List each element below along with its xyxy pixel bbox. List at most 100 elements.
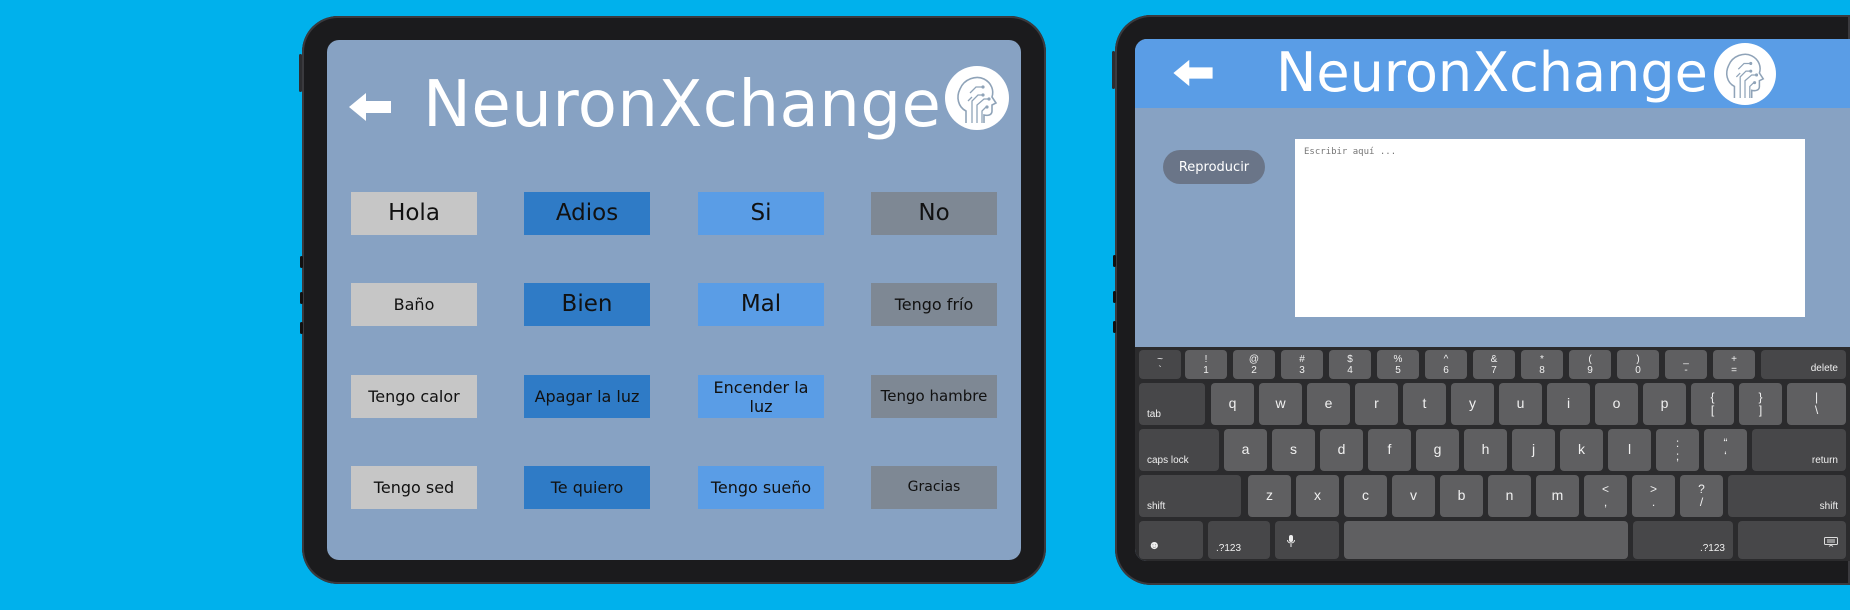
key-bracket-right[interactable]: }] — [1739, 383, 1782, 425]
key-char: k — [1578, 441, 1585, 457]
caps-lock-key[interactable]: caps lock — [1139, 429, 1219, 471]
key-3[interactable]: #3 — [1281, 350, 1323, 379]
phrase-button-tengo-frio[interactable]: Tengo frío — [871, 283, 997, 326]
key-7[interactable]: & 7 — [1473, 350, 1515, 379]
key-v[interactable]: v — [1392, 475, 1435, 517]
key-char: z — [1266, 487, 1273, 503]
return-key[interactable]: return — [1752, 429, 1846, 471]
key-c[interactable]: c — [1344, 475, 1387, 517]
key-w[interactable]: w — [1259, 383, 1302, 425]
phrase-button-tengo-calor[interactable]: Tengo calor — [351, 375, 477, 418]
key-quote[interactable]: “‘ — [1704, 429, 1747, 471]
phrase-button-tengo-hambre[interactable]: Tengo hambre — [871, 375, 997, 418]
key-b[interactable]: b — [1440, 475, 1483, 517]
volume-button — [299, 54, 302, 92]
key-1[interactable]: ! 1 — [1185, 350, 1227, 379]
shift-right-key[interactable]: shift — [1728, 475, 1846, 517]
key-char: v — [1410, 487, 1417, 503]
key-j[interactable]: j — [1512, 429, 1555, 471]
play-button[interactable]: Reproducir — [1163, 150, 1265, 184]
key-char: . — [1651, 495, 1656, 509]
hide-keyboard-key[interactable] — [1738, 521, 1846, 559]
key-shift-char: # — [1299, 353, 1305, 365]
key-tilde[interactable]: ~ ` — [1139, 350, 1181, 379]
key-char: x — [1314, 487, 1321, 503]
key-u[interactable]: u — [1499, 383, 1542, 425]
key-k[interactable]: k — [1560, 429, 1603, 471]
key-period[interactable]: >. — [1632, 475, 1675, 517]
key-slash[interactable]: ? / — [1680, 475, 1723, 517]
key-q[interactable]: q — [1211, 383, 1254, 425]
emoji-icon: ☻ — [1148, 538, 1161, 552]
back-arrow-icon[interactable] — [349, 92, 391, 122]
key-5[interactable]: % 5 — [1377, 350, 1419, 379]
key-8[interactable]: * 8 — [1521, 350, 1563, 379]
key-char: , — [1603, 495, 1608, 509]
emoji-key[interactable]: ☻ — [1139, 521, 1203, 559]
phrase-button-bien[interactable]: Bien — [524, 283, 650, 326]
phrase-button-tengo-sed[interactable]: Tengo sed — [351, 466, 477, 509]
dictation-key[interactable] — [1275, 521, 1339, 559]
key-e[interactable]: e — [1307, 383, 1350, 425]
key-r[interactable]: r — [1355, 383, 1398, 425]
key-label: caps lock — [1147, 455, 1189, 466]
key-i[interactable]: i — [1547, 383, 1590, 425]
key-char: e — [1324, 395, 1333, 411]
key-char: 4 — [1347, 364, 1353, 376]
key-char: n — [1505, 487, 1514, 503]
key-shift-char: _ — [1683, 353, 1689, 365]
phrase-button-si[interactable]: Si — [698, 192, 824, 235]
key-char: ` — [1158, 364, 1162, 376]
message-text-area[interactable] — [1295, 139, 1805, 317]
key-0[interactable]: ) 0 — [1617, 350, 1659, 379]
key-9[interactable]: (9 — [1569, 350, 1611, 379]
back-arrow-icon[interactable] — [1173, 59, 1213, 87]
key-comma[interactable]: <, — [1584, 475, 1627, 517]
key-o[interactable]: o — [1595, 383, 1638, 425]
key-m[interactable]: m — [1536, 475, 1579, 517]
microphone-icon — [1287, 534, 1295, 552]
key-z[interactable]: z — [1248, 475, 1291, 517]
phrase-button-mal[interactable]: Mal — [698, 283, 824, 326]
phrase-button-bano[interactable]: Baño — [351, 283, 477, 326]
key-minus[interactable]: _ - — [1665, 350, 1707, 379]
key-char: h — [1481, 441, 1490, 457]
key-backslash[interactable]: | \ — [1787, 383, 1846, 425]
key-l[interactable]: l — [1608, 429, 1651, 471]
key-x[interactable]: x — [1296, 475, 1339, 517]
key-4[interactable]: $4 — [1329, 350, 1371, 379]
key-y[interactable]: y — [1451, 383, 1494, 425]
key-n[interactable]: n — [1488, 475, 1531, 517]
phrase-button-adios[interactable]: Adios — [524, 192, 650, 235]
numbers-right-key[interactable]: .?123 — [1633, 521, 1733, 559]
key-d[interactable]: d — [1320, 429, 1363, 471]
phrase-button-hola[interactable]: Hola — [351, 192, 477, 235]
key-equals[interactable]: + = — [1713, 350, 1755, 379]
phrase-button-tengo-sueno[interactable]: Tengo sueño — [698, 466, 824, 509]
key-a[interactable]: a — [1224, 429, 1267, 471]
phrase-button-gracias[interactable]: Gracias — [871, 466, 997, 509]
key-char: f — [1387, 441, 1392, 457]
key-char: u — [1516, 395, 1525, 411]
tab-key[interactable]: tab — [1139, 383, 1205, 425]
key-bracket-left[interactable]: {[ — [1691, 383, 1734, 425]
shift-left-key[interactable]: shift — [1139, 475, 1241, 517]
key-h[interactable]: h — [1464, 429, 1507, 471]
phrase-button-apagar-luz[interactable]: Apagar la luz — [524, 375, 650, 418]
key-char: b — [1457, 487, 1466, 503]
key-g[interactable]: g — [1416, 429, 1459, 471]
key-label: tab — [1147, 409, 1161, 420]
phrase-button-encender-luz[interactable]: Encender la luz — [698, 375, 824, 418]
numbers-left-key[interactable]: .?123 — [1208, 521, 1270, 559]
key-6[interactable]: ^ 6 — [1425, 350, 1467, 379]
delete-key[interactable]: delete — [1761, 350, 1846, 379]
space-bar[interactable] — [1344, 521, 1628, 559]
key-2[interactable]: @2 — [1233, 350, 1275, 379]
key-semicolon[interactable]: :; — [1656, 429, 1699, 471]
key-s[interactable]: s — [1272, 429, 1315, 471]
phrase-button-te-quiero[interactable]: Te quiero — [524, 466, 650, 509]
phrase-button-no[interactable]: No — [871, 192, 997, 235]
key-f[interactable]: f — [1368, 429, 1411, 471]
key-p[interactable]: p — [1643, 383, 1686, 425]
key-t[interactable]: t — [1403, 383, 1446, 425]
